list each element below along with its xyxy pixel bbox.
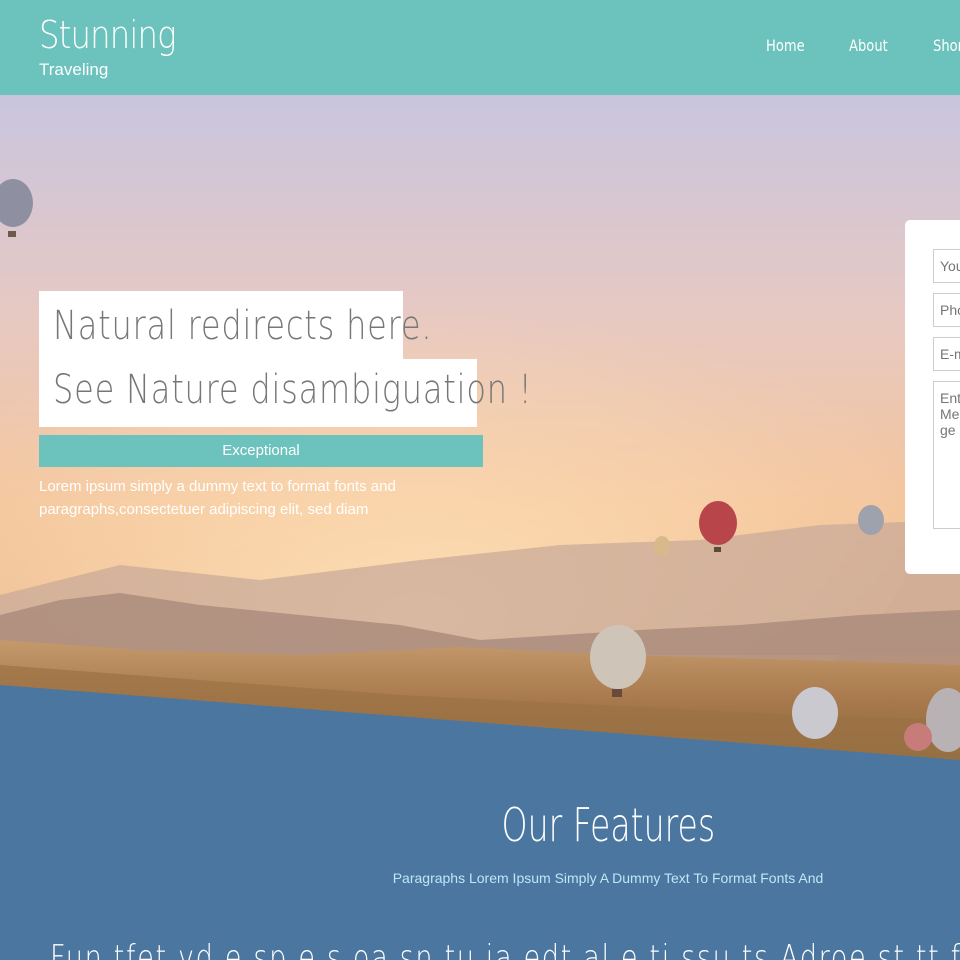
- hero-description: Lorem ipsum simply a dummy text to forma…: [39, 478, 396, 518]
- features-title-text: Our Features: [501, 798, 715, 852]
- main-nav: Home About Shortcodes: [766, 36, 960, 55]
- headline-line2: See Nature disambiguation !: [53, 367, 533, 413]
- message-field[interactable]: [933, 381, 960, 529]
- name-field[interactable]: [933, 249, 960, 283]
- email-field[interactable]: [933, 337, 960, 371]
- phone-field[interactable]: [933, 293, 960, 327]
- headline-line1-box: Natural redirects here.: [39, 291, 433, 363]
- brand-logo[interactable]: Stunning Traveling: [39, 10, 200, 80]
- tagline-bar: Exceptional: [39, 435, 483, 467]
- headline-line1: Natural redirects here.: [53, 303, 433, 349]
- hero-background-image: [0, 95, 960, 760]
- nav-about[interactable]: About: [849, 36, 888, 55]
- nav-shortcodes[interactable]: Shortcodes: [933, 36, 960, 55]
- site-header: Stunning Traveling Home About Shortcodes: [0, 0, 960, 95]
- features-subtitle: Paragraphs Lorem Ipsum Simply A Dummy Te…: [392, 870, 824, 886]
- contact-form-card: [905, 220, 960, 574]
- headline-line2-box: See Nature disambiguation !: [39, 359, 533, 427]
- brand-title: Stunning: [39, 13, 176, 57]
- hero-section: Natural redirects here. See Nature disam…: [0, 95, 960, 760]
- brand-subtitle: Traveling: [39, 60, 109, 79]
- nav-home[interactable]: Home: [766, 36, 805, 55]
- feature-heading: Fun tfet vd e sp e s oa sn tu ia edt al …: [50, 938, 960, 960]
- features-title: Our Features: [0, 798, 960, 852]
